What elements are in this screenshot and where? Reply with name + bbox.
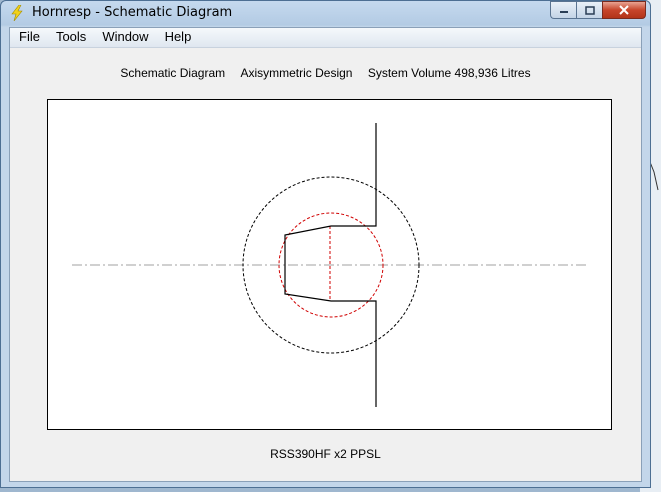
minimize-icon <box>559 11 568 13</box>
header-design-type: Axisymmetric Design <box>240 66 353 80</box>
lightning-bolt-icon <box>11 5 23 21</box>
maximize-button[interactable] <box>576 1 602 19</box>
window-title: Hornresp - Schematic Diagram <box>32 5 233 20</box>
menu-window[interactable]: Window <box>93 28 155 47</box>
diagram-footer-label: RSS390HF x2 PPSL <box>270 447 381 461</box>
hornresp-window: Hornresp - Schematic Diagram File Tools … <box>0 0 651 488</box>
header-diagram-type: Schematic Diagram <box>120 66 226 80</box>
client-area: File Tools Window Help Schematic Diagram… <box>9 27 642 482</box>
menu-bar: File Tools Window Help <box>10 28 641 48</box>
menu-help[interactable]: Help <box>156 28 199 47</box>
close-icon <box>619 5 629 15</box>
maximize-icon <box>584 5 595 15</box>
title-bar[interactable]: Hornresp - Schematic Diagram <box>1 1 650 27</box>
caption-buttons <box>550 1 646 20</box>
close-button[interactable] <box>602 1 646 19</box>
menu-tools[interactable]: Tools <box>47 28 93 47</box>
minimize-button[interactable] <box>550 1 576 19</box>
header-system-volume: System Volume 498,936 Litres <box>367 66 531 80</box>
diagram-header: Schematic Diagram Axisymmetric Design Sy… <box>10 66 641 80</box>
menu-file[interactable]: File <box>10 28 47 47</box>
background-app-graph-fragment <box>650 161 659 191</box>
schematic-drawing <box>72 123 586 407</box>
schematic-diagram-canvas <box>47 99 612 430</box>
